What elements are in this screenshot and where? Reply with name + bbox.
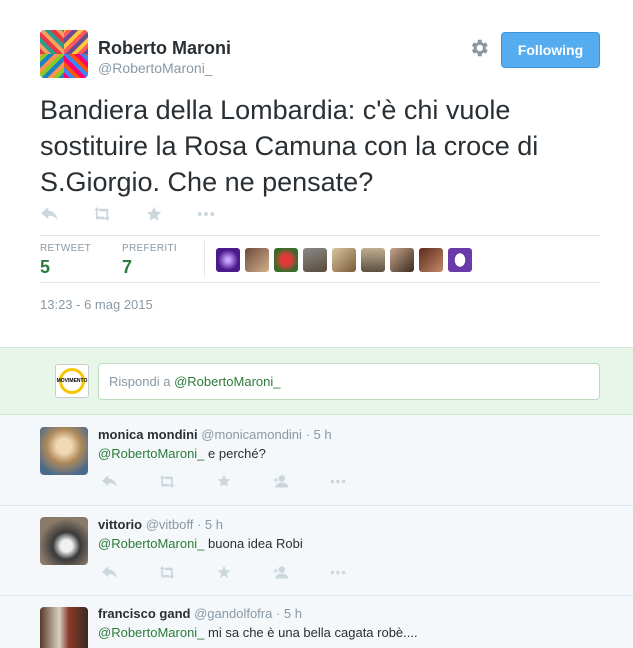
retweet-count: 5 <box>40 257 51 277</box>
reply-input[interactable]: Rispondi a @RobertoMaroni_ <box>98 363 600 400</box>
reply-tweet[interactable]: monica mondini @monicamondini · 5 h @Rob… <box>0 415 633 506</box>
gear-icon[interactable] <box>468 37 490 59</box>
favoriter-avatar[interactable] <box>332 248 356 272</box>
retweet-label: RETWEET <box>40 243 91 254</box>
reply-author-name[interactable]: monica mondini <box>98 427 198 442</box>
more-icon[interactable] <box>328 564 348 580</box>
reply-composer: MOVIMENTO Rispondi a @RobertoMaroni_ <box>0 347 633 415</box>
reply-header: monica mondini @monicamondini · 5 h <box>98 427 332 442</box>
favoriter-avatar[interactable] <box>419 248 443 272</box>
reply-text: @RobertoMaroni_ e perché? <box>98 446 266 461</box>
author-name[interactable]: Roberto Maroni <box>98 38 231 59</box>
reply-body: mi sa che è una bella cagata robè.... <box>204 625 418 640</box>
reply-actions <box>100 564 385 580</box>
reply-mention: @RobertoMaroni_ <box>174 374 281 389</box>
reply-header: vittorio @vitboff · 5 h <box>98 517 223 532</box>
reply-mention-link[interactable]: @RobertoMaroni_ <box>98 446 204 461</box>
favoriter-avatar[interactable] <box>448 248 472 272</box>
reply-time[interactable]: · 5 h <box>276 606 302 621</box>
retweet-icon[interactable] <box>157 473 177 489</box>
more-icon[interactable] <box>328 473 348 489</box>
reply-icon[interactable] <box>40 206 60 222</box>
reply-time[interactable]: · 5 h <box>306 427 332 442</box>
favoriter-avatars <box>216 248 477 272</box>
reply-author-handle[interactable]: @gandolfofra <box>194 606 272 621</box>
follow-user-icon[interactable] <box>271 564 291 580</box>
tweet-stats: RETWEET 5 PREFERITI 7 <box>40 235 600 283</box>
favorite-icon[interactable] <box>214 473 234 489</box>
favoriter-avatar[interactable] <box>303 248 327 272</box>
reply-list: monica mondini @monicamondini · 5 h @Rob… <box>0 415 633 648</box>
author-avatar[interactable] <box>40 30 88 78</box>
tweet-timestamp[interactable]: 13:23 - 6 mag 2015 <box>40 297 153 312</box>
current-user-avatar: MOVIMENTO <box>55 364 89 398</box>
favorites-stat[interactable]: PREFERITI 7 <box>122 243 177 278</box>
following-button[interactable]: Following <box>501 32 600 68</box>
more-icon[interactable] <box>196 206 216 222</box>
avatar[interactable] <box>40 607 88 648</box>
favorites-count: 7 <box>122 257 133 277</box>
reply-tweet[interactable]: francisco gand @gandolfofra · 5 h @Rober… <box>0 596 633 648</box>
retweet-stat[interactable]: RETWEET 5 <box>40 243 91 278</box>
favorite-icon[interactable] <box>214 564 234 580</box>
author-handle[interactable]: @RobertoMaroni_ <box>98 60 213 76</box>
favoriter-avatar[interactable] <box>390 248 414 272</box>
tweet-text: Bandiera della Lombardia: c'è chi vuole … <box>40 95 539 197</box>
reply-time[interactable]: · 5 h <box>197 517 223 532</box>
favoriter-avatar[interactable] <box>274 248 298 272</box>
favoriter-avatar[interactable] <box>245 248 269 272</box>
stats-divider <box>204 241 205 277</box>
tweet-actions <box>40 206 248 222</box>
reply-mention-link[interactable]: @RobertoMaroni_ <box>98 536 204 551</box>
favorites-label: PREFERITI <box>122 243 177 254</box>
reply-icon[interactable] <box>100 473 120 489</box>
reply-actions <box>100 473 385 489</box>
reply-icon[interactable] <box>100 564 120 580</box>
reply-author-handle[interactable]: @monicamondini <box>201 427 302 442</box>
avatar-logo-text: MOVIMENTO <box>56 378 88 384</box>
reply-author-handle[interactable]: @vitboff <box>146 517 194 532</box>
follow-user-icon[interactable] <box>271 473 291 489</box>
main-tweet: Roberto Maroni @RobertoMaroni_ Following… <box>0 0 633 347</box>
retweet-icon[interactable] <box>92 206 112 222</box>
avatar[interactable] <box>40 517 88 565</box>
reply-author-name[interactable]: francisco gand <box>98 606 190 621</box>
avatar[interactable] <box>40 427 88 475</box>
reply-text: @RobertoMaroni_ buona idea Robi <box>98 536 303 551</box>
reply-text: @RobertoMaroni_ mi sa che è una bella ca… <box>98 625 418 640</box>
reply-tweet[interactable]: vittorio @vitboff · 5 h @RobertoMaroni_ … <box>0 506 633 596</box>
reply-header: francisco gand @gandolfofra · 5 h <box>98 606 302 621</box>
reply-mention-link[interactable]: @RobertoMaroni_ <box>98 625 204 640</box>
reply-body: buona idea Robi <box>204 536 303 551</box>
reply-prefix: Rispondi a <box>109 374 171 389</box>
retweet-icon[interactable] <box>157 564 177 580</box>
favoriter-avatar[interactable] <box>361 248 385 272</box>
favoriter-avatar[interactable] <box>216 248 240 272</box>
reply-author-name[interactable]: vittorio <box>98 517 142 532</box>
reply-body: e perché? <box>204 446 266 461</box>
favorite-icon[interactable] <box>144 206 164 222</box>
